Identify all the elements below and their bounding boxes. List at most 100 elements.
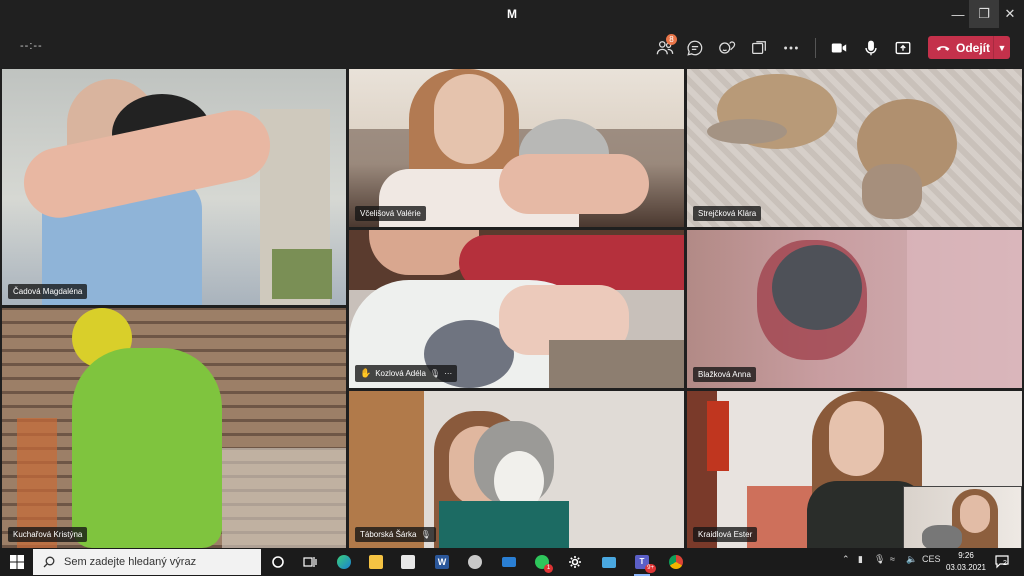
muted-mic-icon: 🎙 xyxy=(420,530,431,539)
participant-name: Strejčková Klára xyxy=(693,206,762,221)
breakout-rooms-icon xyxy=(752,41,766,55)
video-tile[interactable]: Kuchařová Kristýna xyxy=(2,308,346,548)
store-icon xyxy=(401,555,415,569)
self-view[interactable] xyxy=(903,486,1022,552)
share-screen-button[interactable] xyxy=(890,36,916,60)
reactions-button[interactable] xyxy=(714,36,740,60)
taskbar-search[interactable]: Sem zadejte hledaný výraz xyxy=(33,549,261,575)
action-center-button[interactable]: 2 xyxy=(994,553,1010,569)
participants-badge: 8 xyxy=(666,34,677,45)
teams-app[interactable]: T 9+ xyxy=(630,551,656,576)
camera-button[interactable] xyxy=(826,36,852,60)
video-feed xyxy=(349,391,684,548)
participant-name: Blažková Anna xyxy=(693,367,756,382)
video-feed xyxy=(2,69,346,305)
remote-desktop-app[interactable] xyxy=(597,551,621,573)
raised-hand-icon: ✋ xyxy=(360,368,372,378)
leave-button[interactable]: Odejít ▼ xyxy=(928,36,1010,59)
whatsapp-badge: 1 xyxy=(544,564,553,573)
cortana-icon xyxy=(272,556,284,568)
participant-name-text: Čadová Magdaléna xyxy=(13,287,83,296)
settings-app[interactable] xyxy=(563,551,587,573)
toolbar-divider xyxy=(815,38,816,58)
paint-icon xyxy=(468,555,482,569)
language-indicator[interactable]: CES xyxy=(922,554,941,564)
word-icon: W xyxy=(435,555,449,569)
video-feed xyxy=(349,69,684,227)
usb-icon[interactable]: ▮ xyxy=(858,554,863,565)
clock-date: 03.03.2021 xyxy=(945,563,987,572)
search-placeholder: Sem zadejte hledaný výraz xyxy=(64,556,197,568)
close-button[interactable]: ✕ xyxy=(995,0,1024,28)
microphone-button[interactable] xyxy=(858,36,884,60)
taskbar: Sem zadejte hledaný výraz W 1 T 9+ ⌃ ▮ 🎙… xyxy=(0,548,1024,576)
more-actions-button[interactable] xyxy=(778,36,804,60)
file-explorer-app[interactable] xyxy=(364,551,388,573)
leave-label: Odejít xyxy=(956,40,991,55)
participant-name: Kraidlová Ester xyxy=(693,527,758,542)
paint-app[interactable] xyxy=(463,551,487,573)
leave-dropdown[interactable]: ▼ xyxy=(994,43,1010,53)
hang-up-icon xyxy=(936,45,950,51)
wifi-icon[interactable]: ≈ xyxy=(890,554,895,564)
video-tile[interactable]: Strejčková Klára xyxy=(687,69,1022,227)
more-options-icon[interactable]: ⋯ xyxy=(444,369,452,378)
video-tile[interactable]: ✋ Kozlová Adéla 🎙 ⋯ xyxy=(349,230,684,388)
microphone-tray-icon[interactable]: 🎙 xyxy=(874,554,885,565)
participants-button[interactable]: 8 xyxy=(652,34,678,60)
video-tile[interactable]: Blažková Anna xyxy=(687,230,1022,388)
chat-icon xyxy=(687,40,703,56)
participant-name-text: Včelišová Valérie xyxy=(360,209,421,218)
search-icon xyxy=(43,556,55,568)
participant-name: Kuchařová Kristýna xyxy=(8,527,88,542)
video-tile[interactable]: Čadová Magdaléna xyxy=(2,69,346,305)
title-bar: M — ❐ ✕ xyxy=(0,0,1024,28)
store-app[interactable] xyxy=(396,551,420,573)
participant-name: Včelišová Valérie xyxy=(355,206,426,221)
video-feed xyxy=(687,69,1022,227)
chrome-app[interactable] xyxy=(664,551,688,573)
task-view-icon xyxy=(303,557,317,567)
camera-icon xyxy=(831,43,847,53)
edge-icon xyxy=(337,555,351,569)
participant-name-text: Strejčková Klára xyxy=(698,209,757,218)
participant-name-text: Kraidlová Ester xyxy=(698,530,753,539)
task-view-button[interactable] xyxy=(298,551,322,573)
mail-app[interactable] xyxy=(497,551,521,573)
clock-time: 9:26 xyxy=(958,551,974,560)
chrome-icon xyxy=(669,555,683,569)
monitor-icon xyxy=(602,556,616,568)
participant-name: ✋ Kozlová Adéla 🎙 ⋯ xyxy=(355,365,458,382)
chevron-down-icon: ▼ xyxy=(997,42,1007,53)
muted-mic-icon: 🎙 xyxy=(429,369,441,378)
more-icon xyxy=(784,46,798,50)
participant-name-text: Kuchařová Kristýna xyxy=(13,530,83,539)
leave-main[interactable]: Odejít xyxy=(928,36,994,59)
window-title: M xyxy=(507,7,517,21)
taskbar-clock[interactable]: 9:26 03.03.2021 xyxy=(944,550,988,574)
edge-app[interactable] xyxy=(332,551,356,573)
tray-chevron-up-icon[interactable]: ⌃ xyxy=(842,554,850,565)
meeting-toolbar: --:-- 8 Odejít ▼ xyxy=(0,28,1024,68)
video-feed xyxy=(687,230,1022,388)
video-feed xyxy=(2,308,346,548)
volume-icon[interactable]: 🔈 xyxy=(906,554,917,565)
rooms-button[interactable] xyxy=(746,36,772,60)
gear-icon xyxy=(569,556,581,568)
notification-count: 2 xyxy=(1003,560,1007,567)
word-app[interactable]: W xyxy=(430,551,454,573)
raise-hand-icon xyxy=(719,41,736,54)
participant-name-text: Táborská Šárka xyxy=(360,530,417,539)
teams-badge: 9+ xyxy=(645,564,656,573)
microphone-icon xyxy=(865,40,877,56)
video-tile[interactable]: Táborská Šárka 🎙 xyxy=(349,391,684,548)
participant-name: Čadová Magdaléna xyxy=(8,284,88,299)
participant-name: Táborská Šárka 🎙 xyxy=(355,527,436,542)
mail-icon xyxy=(502,557,516,567)
notification-icon xyxy=(995,555,1009,569)
whatsapp-app[interactable]: 1 xyxy=(530,551,554,573)
video-tile[interactable]: Včelišová Valérie xyxy=(349,69,684,227)
cortana-button[interactable] xyxy=(266,551,290,573)
chat-button[interactable] xyxy=(682,36,708,60)
windows-start-icon[interactable] xyxy=(10,555,24,569)
